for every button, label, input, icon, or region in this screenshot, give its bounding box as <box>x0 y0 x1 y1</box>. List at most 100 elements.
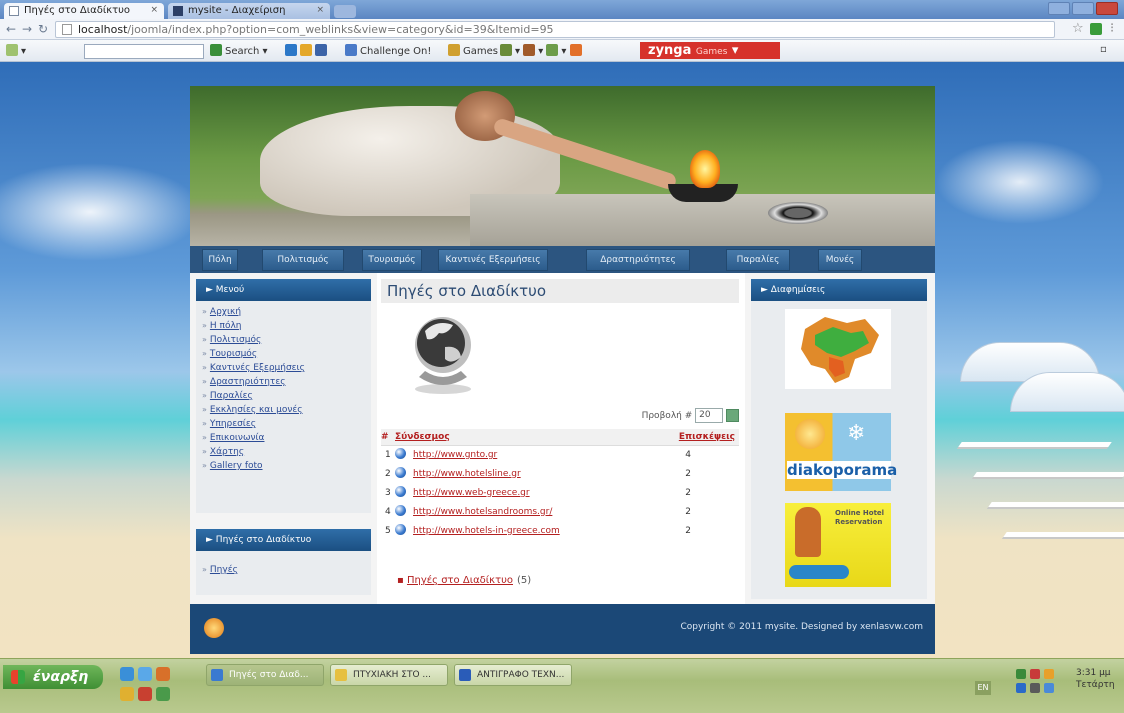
quicklaunch-app-icon[interactable] <box>138 687 152 701</box>
system-clock[interactable]: 3:31 μμ Τετάρτη <box>1076 667 1115 691</box>
menu-item-home[interactable]: » Αρχική <box>202 307 241 317</box>
new-tab-button[interactable] <box>334 5 356 18</box>
close-tab-icon[interactable]: × <box>316 3 324 18</box>
toolbar-extra-icons[interactable]: ▾ ▾ ▾ <box>500 44 585 57</box>
tray-display-icon[interactable] <box>1044 683 1054 693</box>
pool-icon <box>789 565 849 579</box>
task-button-folder[interactable]: ΠΤΥΧΙΑΚΗ ΣΤΟ ... <box>330 664 448 686</box>
menu-item-culture[interactable]: » Πολιτισμός <box>202 335 261 345</box>
toolbar-search-button[interactable]: Search ▾ <box>210 44 268 57</box>
table-row: 5 http://www.hotels-in-greece.com 2 <box>381 521 739 540</box>
minimize-button[interactable] <box>1048 2 1070 15</box>
diakoporama-ad[interactable]: ❄ diakoporama <box>785 413 897 491</box>
menu-item-churches[interactable]: » Εκκλησίες και μονές <box>202 405 303 415</box>
menu-item-sources[interactable]: » Πηγές <box>202 565 238 575</box>
word-icon <box>459 669 471 681</box>
folder-icon <box>335 669 347 681</box>
url-host: localhost <box>78 23 128 36</box>
nav-item-culture[interactable]: Πολιτισμός <box>262 249 344 271</box>
bookmark-star-icon[interactable]: ☆ <box>1072 21 1084 36</box>
quicklaunch-app2-icon[interactable] <box>156 687 170 701</box>
globe-icon <box>395 523 406 535</box>
url-input[interactable]: localhost/joomla/index.php?option=com_we… <box>55 21 1055 38</box>
task-button-word[interactable]: ΑΝΤΙΓΡΑΦΟ ΤΕΧΝ... <box>454 664 572 686</box>
quicklaunch-desktop-icon[interactable] <box>120 667 134 681</box>
menu-icon[interactable]: ⁝ <box>1110 21 1114 36</box>
toolbar-options-icon[interactable]: ▫ <box>1100 44 1107 55</box>
close-window-button[interactable] <box>1096 2 1118 15</box>
tray-alert-icon[interactable] <box>1030 669 1040 679</box>
menu-item-services[interactable]: » Υπηρεσίες <box>202 419 256 429</box>
menu-item-contact[interactable]: » Επικοινωνία <box>202 433 264 443</box>
tab-admin[interactable]: mysite - Διαχείριση × <box>168 3 330 19</box>
start-button[interactable]: έναρξη <box>3 665 103 689</box>
nav-item-activities[interactable]: Δραστηριότητες <box>586 249 690 271</box>
menu-item-city[interactable]: » Η πόλη <box>202 321 242 331</box>
row-number: 1 <box>385 449 391 460</box>
category-link[interactable]: ▪ Πηγές στο Διαδίκτυο (5) <box>397 575 531 586</box>
nav-item-beaches[interactable]: Παραλίες <box>726 249 790 271</box>
hit-count: 2 <box>685 487 691 498</box>
weblink[interactable]: http://www.web-greece.gr <box>413 488 530 498</box>
browser-tab-bar: Πηγές στο Διαδίκτυο × mysite - Διαχείρισ… <box>0 0 1124 19</box>
menu-item-map[interactable]: » Χάρτης <box>202 447 244 457</box>
challenge-button[interactable]: Challenge On! <box>345 44 431 57</box>
tray-volume-icon[interactable] <box>1030 683 1040 693</box>
games-button[interactable]: Games <box>448 44 498 57</box>
nav-item-canteens[interactable]: Καντινές Εξερμήσεις <box>438 249 548 271</box>
bullet-icon: ▪ <box>397 575 404 586</box>
olympic-flame <box>690 150 720 188</box>
nav-item-monasteries[interactable]: Μονές <box>818 249 862 271</box>
task-button-browser[interactable]: Πηγές στο Διαδ... <box>206 664 324 686</box>
nav-item-tourism[interactable]: Τουρισμός <box>362 249 422 271</box>
left-module2-header: ► Πηγές στο Διαδίκτυο <box>196 529 371 551</box>
main-column: Πηγές στο Διαδίκτυο Προβολή # 20 # Σύνδε… <box>377 273 745 604</box>
display-count-select[interactable]: 20 <box>695 408 724 423</box>
tab-weblinks[interactable]: Πηγές στο Διαδίκτυο × <box>4 3 164 19</box>
beach-lounger <box>1003 532 1124 537</box>
tab-label: Πηγές στο Διαδίκτυο <box>24 5 131 16</box>
web-globe-icon <box>415 317 471 394</box>
quicklaunch-media-icon[interactable] <box>156 667 170 681</box>
column-hits[interactable]: Επισκέψεις <box>644 429 739 446</box>
menu-item-beaches[interactable]: » Παραλίες <box>202 391 253 401</box>
weblink[interactable]: http://www.hotelsandrooms.gr/ <box>413 507 552 517</box>
reload-icon[interactable]: ↻ <box>38 22 48 36</box>
quicklaunch-folder-icon[interactable] <box>120 687 134 701</box>
tray-network-icon[interactable] <box>1016 669 1026 679</box>
zynga-games-button[interactable]: zynga Games ▾ <box>640 42 780 59</box>
site-logo-icon <box>204 618 224 638</box>
table-row: 1 http://www.gnto.gr 4 <box>381 445 739 464</box>
forward-arrow-icon[interactable]: → <box>22 22 32 36</box>
menu-item-canteens[interactable]: » Καντινές Εξερμήσεις <box>202 363 305 373</box>
ads-header: ► Διαφημίσεις <box>751 279 927 301</box>
parabolic-mirror <box>768 202 828 224</box>
region-map-ad[interactable] <box>785 309 891 389</box>
maximize-button[interactable] <box>1072 2 1094 15</box>
column-link[interactable]: Σύνδεσμος <box>395 429 645 446</box>
quicklaunch-ie-icon[interactable] <box>138 667 152 681</box>
back-arrow-icon[interactable]: ← <box>6 22 16 36</box>
display-go-button[interactable] <box>726 409 739 422</box>
page-icon <box>9 6 19 16</box>
language-indicator[interactable]: EN <box>975 681 991 695</box>
weblink[interactable]: http://www.hotels-in-greece.com <box>413 526 560 536</box>
globe-icon <box>395 504 406 516</box>
weblink[interactable]: http://www.gnto.gr <box>413 450 497 460</box>
tray-app-icon[interactable] <box>1044 669 1054 679</box>
weblink[interactable]: http://www.hotelsline.gr <box>413 469 521 479</box>
tray-shield-icon[interactable] <box>1016 683 1026 693</box>
copyright-text: Copyright © 2011 mysite. Designed by xen… <box>680 622 923 632</box>
left-menu-header: ► Μενού <box>196 279 371 301</box>
toolbar-icons[interactable] <box>285 44 330 57</box>
clock-time: 3:31 μμ <box>1076 668 1111 678</box>
menu-item-gallery[interactable]: » Gallery foto <box>202 461 263 471</box>
menu-item-activities[interactable]: » Δραστηριότητες <box>202 377 286 387</box>
toolbar-logo[interactable]: ▾ <box>6 44 26 57</box>
close-tab-icon[interactable]: × <box>150 3 158 18</box>
menu-item-tourism[interactable]: » Τουρισμός <box>202 349 257 359</box>
extension-icon[interactable] <box>1090 23 1102 35</box>
nav-item-city[interactable]: Πόλη <box>202 249 238 271</box>
hotel-reservation-ad[interactable]: Online Hotel Reservation <box>785 503 891 587</box>
toolbar-search-input[interactable] <box>84 44 204 59</box>
